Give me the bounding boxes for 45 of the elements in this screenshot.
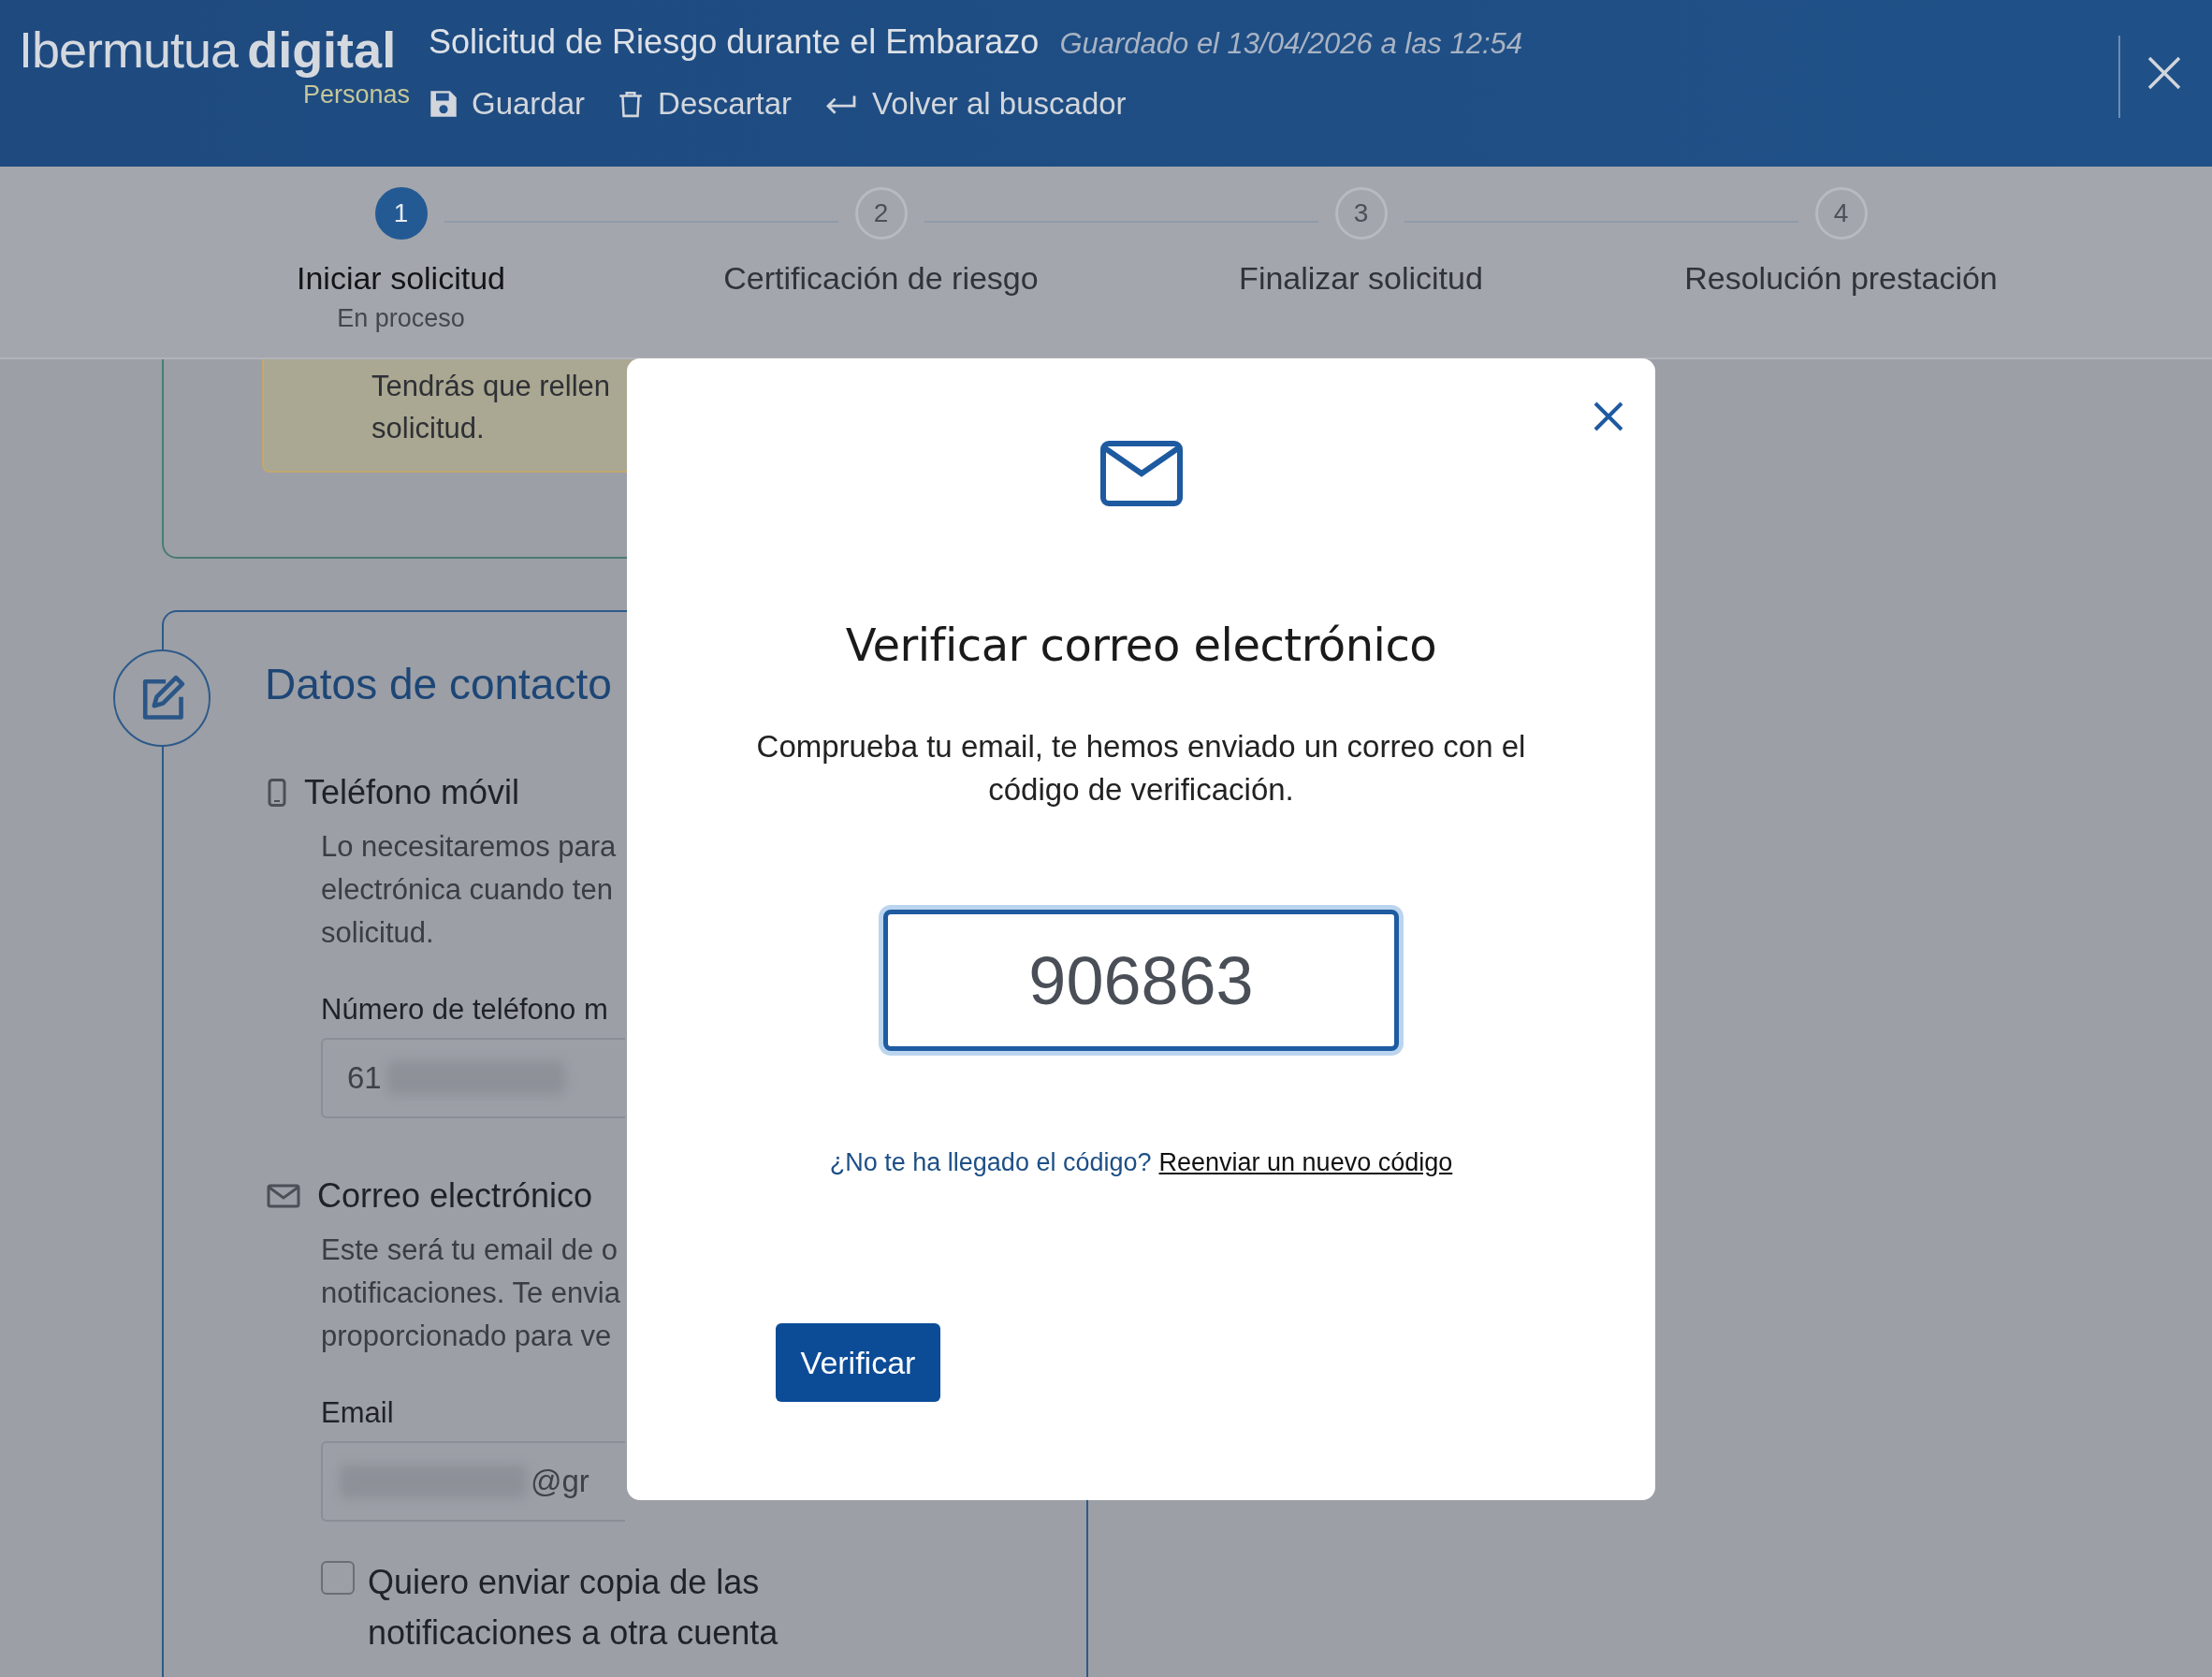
brand-name: Ibermutua — [19, 21, 239, 79]
saved-status: Guardado el 13/04/2026 a las 12:54 — [1059, 27, 1523, 61]
close-button[interactable] — [2146, 54, 2183, 92]
modal-message: Comprueba tu email, te hemos enviado un correo con el código de verificación. — [755, 728, 1527, 809]
phone-field[interactable]: 61 — [321, 1038, 625, 1118]
field-value: 61 — [347, 1060, 382, 1096]
field-value: @gr — [531, 1464, 589, 1499]
brand-product: digital — [247, 21, 397, 79]
verify-button[interactable]: Verificar — [776, 1323, 940, 1402]
step-number[interactable]: 2 — [854, 187, 908, 240]
group-description: Este será tu email de o notificaciones. Te envia proporcionado para ve — [321, 1232, 620, 1354]
save-button[interactable]: Guardar — [429, 86, 586, 122]
phone-icon — [267, 779, 287, 807]
modal-title: Verificar correo electrónico — [845, 619, 1437, 671]
group-description: Lo necesitaremos para electrónica cuando ten solicitud. — [321, 829, 617, 951]
field-label: Email — [321, 1396, 394, 1430]
mail-icon — [267, 1184, 300, 1208]
close-button[interactable] — [1592, 400, 1625, 433]
page-title: Solicitud de Riesgo durante el Embarazo — [429, 22, 1040, 62]
step-label: Resolución prestación — [1684, 260, 1998, 297]
discard-button[interactable]: Descartar — [617, 86, 793, 122]
section-title: Datos de contacto — [265, 659, 612, 709]
group-title: Teléfono móvil — [304, 773, 520, 812]
step-number[interactable]: 4 — [1814, 187, 1868, 240]
save-icon — [429, 89, 458, 119]
step-status: En proceso — [337, 304, 465, 333]
resend-prompt: ¿No te ha llegado el código? — [829, 1148, 1152, 1177]
code-field[interactable]: 906863 — [883, 910, 1399, 1051]
email-field[interactable]: @gr — [321, 1441, 625, 1522]
checkbox[interactable] — [321, 1561, 355, 1595]
notice-text: Tendrás que rellen solicitud. — [371, 369, 612, 446]
resend-link[interactable]: Reenviar un nuevo código — [1158, 1148, 1453, 1177]
step-number[interactable]: 1 — [374, 187, 428, 240]
group-title: Correo electrónico — [317, 1176, 593, 1216]
brand-tagline: Personas — [302, 80, 410, 109]
checkbox-label: Quiero enviar copia de las notificaciones a otra cuenta — [368, 1562, 779, 1654]
mail-icon — [1099, 441, 1183, 506]
step-label: Certificación de riesgo — [723, 260, 1039, 297]
close-icon — [2146, 54, 2183, 92]
close-icon — [1592, 400, 1625, 433]
back-button[interactable]: Volver al buscador — [823, 86, 1127, 122]
step-number[interactable]: 3 — [1334, 187, 1388, 240]
step-label: Finalizar solicitud — [1239, 260, 1483, 297]
step-label: Iniciar solicitud — [297, 260, 505, 297]
field-label: Número de teléfono m — [321, 993, 608, 1027]
